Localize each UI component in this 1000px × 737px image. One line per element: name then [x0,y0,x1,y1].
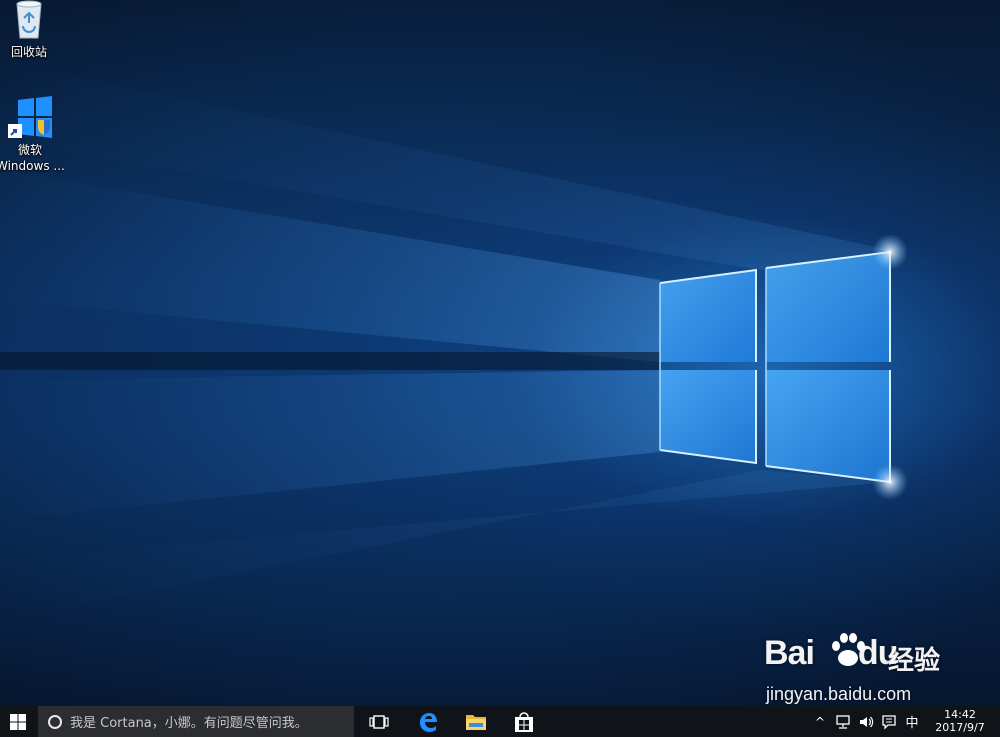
recycle-bin-label: 回收站 [10,45,47,59]
windows-logo-icon [10,713,26,730]
task-view-icon [369,714,389,729]
edge-button[interactable] [410,706,446,737]
window-pane-bottom-left [660,370,756,463]
windows-shortcut[interactable]: 微软 Windows ... [0,96,65,174]
store-icon [515,711,533,732]
taskbar: 我是 Cortana，小娜。有问题尽管问我。 ^ 中 14:42 2017/9/… [0,706,1000,737]
window-pane-bottom-right [766,370,890,482]
windows-shortcut-label-line1: 微软 [17,143,42,157]
light-beam [0,370,660,520]
volume-icon[interactable] [858,714,874,730]
window-pane-top-left [660,270,756,362]
network-icon[interactable] [835,714,851,730]
baidu-jingyan-watermark: Bai du 经验 jingyan.baidu.com [764,628,964,706]
taskbar-clock[interactable]: 14:42 2017/9/7 [928,708,992,734]
cortana-icon [48,714,62,729]
recycle-bin-icon [16,0,42,39]
system-tray: ^ 中 14:42 2017/9/7 [800,706,1000,737]
window-pane-top-right [766,252,890,362]
input-method-indicator[interactable]: 中 [904,713,920,731]
windows-shortcut-label-line2: Windows ... [0,159,65,173]
cortana-search-box[interactable]: 我是 Cortana，小娜。有问题尽管问我。 [38,706,354,737]
start-button[interactable] [0,706,36,737]
action-center-icon[interactable] [881,714,897,730]
windows-wallpaper [0,60,908,620]
clock-date: 2017/9/7 [935,721,985,734]
windows-shortcut-icon [8,96,52,138]
clock-time: 14:42 [944,708,976,721]
desktop: 回收站 微软 Windows ... Bai du 经验 jingyan.baid… [0,0,1000,706]
file-explorer-icon [466,714,486,730]
search-placeholder: 我是 Cortana，小娜。有问题尽管问我。 [70,716,308,731]
file-explorer-button[interactable] [458,706,494,737]
task-view-button[interactable] [361,706,397,737]
watermark-brand-cn: 经验 [888,646,941,676]
recycle-bin-shortcut[interactable]: 回收站 [0,0,62,60]
show-hidden-icons-chevron-icon[interactable]: ^ [812,714,828,730]
store-button[interactable] [506,706,542,737]
watermark-url: jingyan.baidu.com [766,684,912,704]
baidu-paw-icon [832,633,865,666]
edge-icon [420,712,437,732]
